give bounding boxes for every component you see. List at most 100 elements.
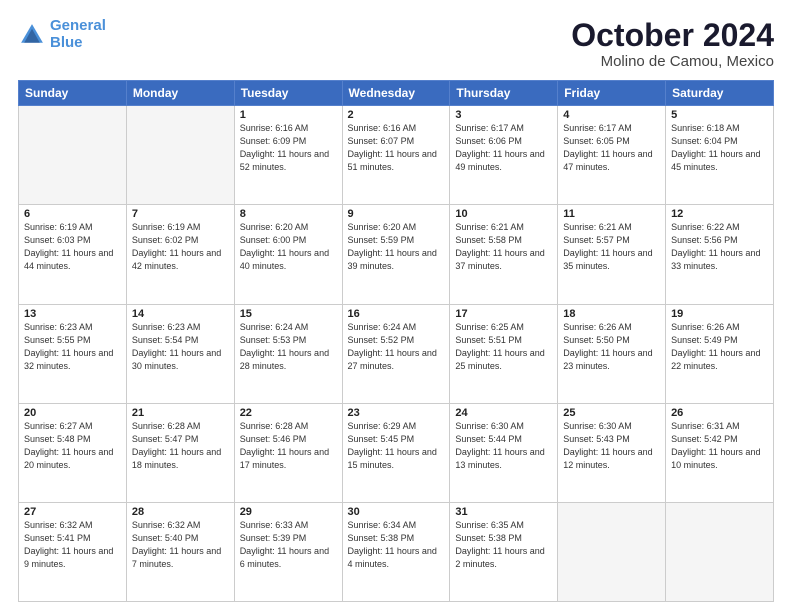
day-info: Sunrise: 6:23 AMSunset: 5:54 PMDaylight:… xyxy=(132,321,229,373)
day-cell: 11Sunrise: 6:21 AMSunset: 5:57 PMDayligh… xyxy=(558,205,666,304)
day-number: 30 xyxy=(348,506,445,518)
day-cell: 14Sunrise: 6:23 AMSunset: 5:54 PMDayligh… xyxy=(126,304,234,403)
day-cell: 21Sunrise: 6:28 AMSunset: 5:47 PMDayligh… xyxy=(126,403,234,502)
day-cell xyxy=(666,502,774,601)
day-info: Sunrise: 6:28 AMSunset: 5:47 PMDaylight:… xyxy=(132,420,229,472)
day-number: 9 xyxy=(348,208,445,220)
day-info: Sunrise: 6:26 AMSunset: 5:49 PMDaylight:… xyxy=(671,321,768,373)
day-number: 14 xyxy=(132,308,229,320)
day-number: 18 xyxy=(563,308,660,320)
day-info: Sunrise: 6:17 AMSunset: 6:06 PMDaylight:… xyxy=(455,122,552,174)
day-info: Sunrise: 6:22 AMSunset: 5:56 PMDaylight:… xyxy=(671,221,768,273)
day-info: Sunrise: 6:35 AMSunset: 5:38 PMDaylight:… xyxy=(455,519,552,571)
day-info: Sunrise: 6:30 AMSunset: 5:44 PMDaylight:… xyxy=(455,420,552,472)
day-cell: 3Sunrise: 6:17 AMSunset: 6:06 PMDaylight… xyxy=(450,106,558,205)
day-number: 24 xyxy=(455,407,552,419)
day-info: Sunrise: 6:24 AMSunset: 5:53 PMDaylight:… xyxy=(240,321,337,373)
weekday-header-saturday: Saturday xyxy=(666,81,774,106)
day-cell: 30Sunrise: 6:34 AMSunset: 5:38 PMDayligh… xyxy=(342,502,450,601)
day-number: 29 xyxy=(240,506,337,518)
day-info: Sunrise: 6:17 AMSunset: 6:05 PMDaylight:… xyxy=(563,122,660,174)
logo-icon xyxy=(18,21,46,49)
day-cell: 18Sunrise: 6:26 AMSunset: 5:50 PMDayligh… xyxy=(558,304,666,403)
day-number: 3 xyxy=(455,109,552,121)
day-cell: 27Sunrise: 6:32 AMSunset: 5:41 PMDayligh… xyxy=(19,502,127,601)
week-row-1: 1Sunrise: 6:16 AMSunset: 6:09 PMDaylight… xyxy=(19,106,774,205)
day-cell: 12Sunrise: 6:22 AMSunset: 5:56 PMDayligh… xyxy=(666,205,774,304)
logo-line2: Blue xyxy=(50,34,83,51)
day-cell: 7Sunrise: 6:19 AMSunset: 6:02 PMDaylight… xyxy=(126,205,234,304)
day-info: Sunrise: 6:20 AMSunset: 6:00 PMDaylight:… xyxy=(240,221,337,273)
main-title: October 2024 xyxy=(571,18,774,53)
logo-line1: General xyxy=(50,17,106,34)
week-row-2: 6Sunrise: 6:19 AMSunset: 6:03 PMDaylight… xyxy=(19,205,774,304)
weekday-header-row: SundayMondayTuesdayWednesdayThursdayFrid… xyxy=(19,81,774,106)
day-number: 8 xyxy=(240,208,337,220)
day-number: 21 xyxy=(132,407,229,419)
day-cell: 19Sunrise: 6:26 AMSunset: 5:49 PMDayligh… xyxy=(666,304,774,403)
day-cell xyxy=(19,106,127,205)
weekday-header-tuesday: Tuesday xyxy=(234,81,342,106)
week-row-4: 20Sunrise: 6:27 AMSunset: 5:48 PMDayligh… xyxy=(19,403,774,502)
weekday-header-monday: Monday xyxy=(126,81,234,106)
day-cell: 13Sunrise: 6:23 AMSunset: 5:55 PMDayligh… xyxy=(19,304,127,403)
day-number: 10 xyxy=(455,208,552,220)
day-info: Sunrise: 6:21 AMSunset: 5:57 PMDaylight:… xyxy=(563,221,660,273)
day-number: 20 xyxy=(24,407,121,419)
day-number: 11 xyxy=(563,208,660,220)
day-info: Sunrise: 6:34 AMSunset: 5:38 PMDaylight:… xyxy=(348,519,445,571)
day-info: Sunrise: 6:33 AMSunset: 5:39 PMDaylight:… xyxy=(240,519,337,571)
day-cell: 4Sunrise: 6:17 AMSunset: 6:05 PMDaylight… xyxy=(558,106,666,205)
week-row-3: 13Sunrise: 6:23 AMSunset: 5:55 PMDayligh… xyxy=(19,304,774,403)
title-block: October 2024 Molino de Camou, Mexico xyxy=(571,18,774,70)
day-cell: 28Sunrise: 6:32 AMSunset: 5:40 PMDayligh… xyxy=(126,502,234,601)
logo: General Blue xyxy=(18,18,106,51)
week-row-5: 27Sunrise: 6:32 AMSunset: 5:41 PMDayligh… xyxy=(19,502,774,601)
day-info: Sunrise: 6:20 AMSunset: 5:59 PMDaylight:… xyxy=(348,221,445,273)
day-number: 13 xyxy=(24,308,121,320)
day-info: Sunrise: 6:31 AMSunset: 5:42 PMDaylight:… xyxy=(671,420,768,472)
day-cell: 16Sunrise: 6:24 AMSunset: 5:52 PMDayligh… xyxy=(342,304,450,403)
day-cell: 25Sunrise: 6:30 AMSunset: 5:43 PMDayligh… xyxy=(558,403,666,502)
day-info: Sunrise: 6:16 AMSunset: 6:09 PMDaylight:… xyxy=(240,122,337,174)
day-info: Sunrise: 6:24 AMSunset: 5:52 PMDaylight:… xyxy=(348,321,445,373)
day-info: Sunrise: 6:19 AMSunset: 6:03 PMDaylight:… xyxy=(24,221,121,273)
day-info: Sunrise: 6:19 AMSunset: 6:02 PMDaylight:… xyxy=(132,221,229,273)
day-cell: 17Sunrise: 6:25 AMSunset: 5:51 PMDayligh… xyxy=(450,304,558,403)
day-cell: 1Sunrise: 6:16 AMSunset: 6:09 PMDaylight… xyxy=(234,106,342,205)
day-info: Sunrise: 6:16 AMSunset: 6:07 PMDaylight:… xyxy=(348,122,445,174)
day-number: 31 xyxy=(455,506,552,518)
day-cell: 8Sunrise: 6:20 AMSunset: 6:00 PMDaylight… xyxy=(234,205,342,304)
day-number: 7 xyxy=(132,208,229,220)
day-info: Sunrise: 6:29 AMSunset: 5:45 PMDaylight:… xyxy=(348,420,445,472)
day-info: Sunrise: 6:25 AMSunset: 5:51 PMDaylight:… xyxy=(455,321,552,373)
day-cell: 31Sunrise: 6:35 AMSunset: 5:38 PMDayligh… xyxy=(450,502,558,601)
day-cell: 26Sunrise: 6:31 AMSunset: 5:42 PMDayligh… xyxy=(666,403,774,502)
day-info: Sunrise: 6:32 AMSunset: 5:41 PMDaylight:… xyxy=(24,519,121,571)
day-number: 12 xyxy=(671,208,768,220)
day-number: 26 xyxy=(671,407,768,419)
day-number: 28 xyxy=(132,506,229,518)
day-cell: 10Sunrise: 6:21 AMSunset: 5:58 PMDayligh… xyxy=(450,205,558,304)
day-number: 2 xyxy=(348,109,445,121)
day-cell xyxy=(126,106,234,205)
day-info: Sunrise: 6:18 AMSunset: 6:04 PMDaylight:… xyxy=(671,122,768,174)
day-cell: 15Sunrise: 6:24 AMSunset: 5:53 PMDayligh… xyxy=(234,304,342,403)
subtitle: Molino de Camou, Mexico xyxy=(571,53,774,70)
day-info: Sunrise: 6:26 AMSunset: 5:50 PMDaylight:… xyxy=(563,321,660,373)
weekday-header-thursday: Thursday xyxy=(450,81,558,106)
day-number: 6 xyxy=(24,208,121,220)
day-cell: 24Sunrise: 6:30 AMSunset: 5:44 PMDayligh… xyxy=(450,403,558,502)
weekday-header-sunday: Sunday xyxy=(19,81,127,106)
day-number: 5 xyxy=(671,109,768,121)
day-number: 1 xyxy=(240,109,337,121)
day-info: Sunrise: 6:28 AMSunset: 5:46 PMDaylight:… xyxy=(240,420,337,472)
day-number: 23 xyxy=(348,407,445,419)
weekday-header-friday: Friday xyxy=(558,81,666,106)
day-cell: 22Sunrise: 6:28 AMSunset: 5:46 PMDayligh… xyxy=(234,403,342,502)
day-number: 16 xyxy=(348,308,445,320)
day-number: 17 xyxy=(455,308,552,320)
day-info: Sunrise: 6:27 AMSunset: 5:48 PMDaylight:… xyxy=(24,420,121,472)
day-cell xyxy=(558,502,666,601)
logo-text: General Blue xyxy=(50,18,106,51)
